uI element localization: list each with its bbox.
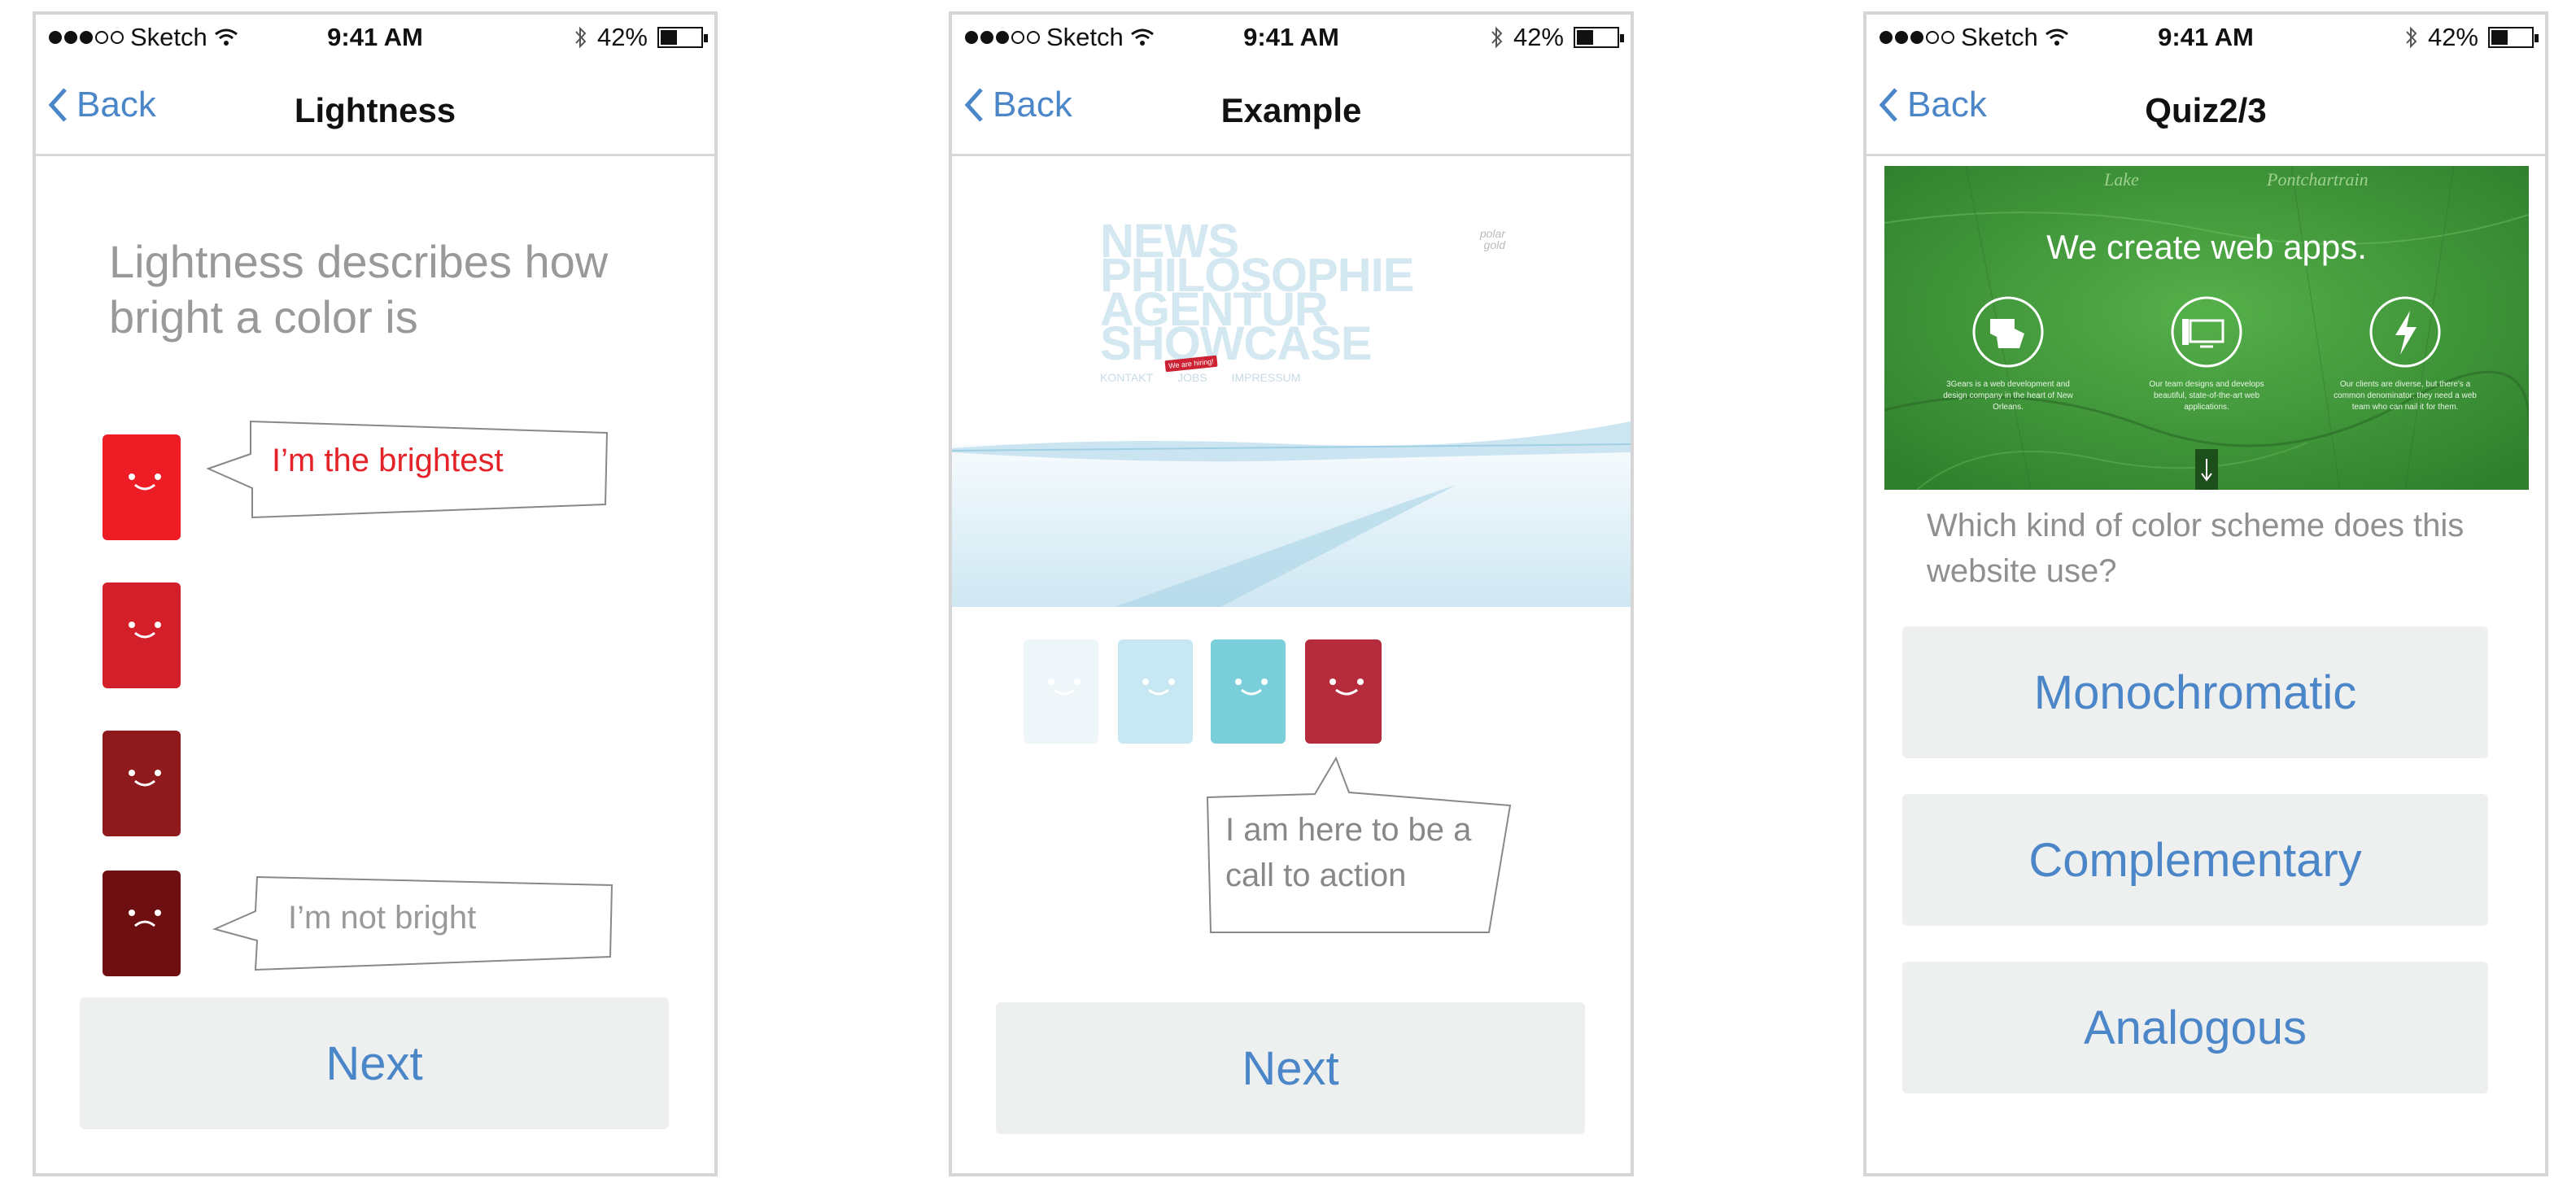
- dark-red-card: [103, 731, 181, 836]
- map-label: Pontchartrain: [2267, 169, 2369, 190]
- example-website-image: NEWS PHILOSOPHIE AGENTUR SHOWCASE polar …: [952, 200, 1631, 607]
- next-button[interactable]: Next: [996, 1002, 1585, 1134]
- answer-monochromatic-button[interactable]: Monochromatic: [1902, 626, 2488, 758]
- nav-link[interactable]: JOBS: [1177, 371, 1207, 384]
- bluetooth-icon: [575, 26, 587, 49]
- battery-icon: [2488, 27, 2539, 48]
- navigation-bar: Back Quiz2/3: [1867, 60, 2545, 156]
- next-button[interactable]: Next: [80, 997, 669, 1129]
- battery-icon: [657, 27, 708, 48]
- brightest-speech-bubble: I’m the brightest: [203, 418, 610, 525]
- bluetooth-icon: [2406, 26, 2417, 49]
- teal-card: [1211, 639, 1286, 744]
- screen-title: Quiz2/3: [2145, 91, 2267, 129]
- call-to-action-red-card: [1305, 639, 1382, 744]
- darkest-red-card: [103, 871, 181, 976]
- battery-percent: 42%: [1513, 23, 1564, 51]
- navigation-bar: Back Lightness: [36, 60, 714, 156]
- feature-text: Our team designs and develops beautiful,…: [2149, 380, 2264, 412]
- quiz-question: Which kind of color scheme does this web…: [1927, 508, 2465, 589]
- not-bright-speech-bubble: I’m not bright: [210, 874, 617, 980]
- status-bar: Sketch 9:41 AM 42%: [36, 15, 714, 60]
- screen-title: Example: [1220, 91, 1362, 129]
- call-to-action-bubble-text: I am here to be a call to action: [1225, 812, 1472, 893]
- bluetooth-icon: [1491, 26, 1503, 49]
- brightest-bubble-text: I’m the brightest: [272, 443, 504, 478]
- navigation-bar: Back Example: [952, 60, 1631, 156]
- screen-title: Lightness: [294, 91, 456, 129]
- quiz-screen: Sketch 9:41 AM 42% Back Quiz2/3 Lake Pon…: [1863, 11, 2548, 1176]
- light-blue-card: [1118, 639, 1193, 744]
- answer-complementary-button[interactable]: Complementary: [1902, 794, 2488, 926]
- feature-text: 3Gears is a web development and design c…: [1943, 380, 2073, 412]
- map-label: Lake: [2104, 169, 2139, 190]
- lesson-text: Lightness describes how bright a color i…: [109, 236, 609, 343]
- example-logo: polar gold: [1479, 227, 1505, 251]
- nav-link[interactable]: IMPRESSUM: [1232, 371, 1301, 384]
- battery-percent: 42%: [596, 23, 648, 51]
- palest-blue-card: [1024, 639, 1098, 744]
- not-bright-bubble-text: I’m not bright: [288, 900, 477, 936]
- example-screen: Sketch 9:41 AM 42% Back Example NEWS PHI…: [949, 11, 1634, 1176]
- nav-link[interactable]: KONTAKT: [1100, 371, 1153, 384]
- call-to-action-speech-bubble: I am here to be a call to action: [1204, 755, 1513, 943]
- menu-line[interactable]: SHOWCASE: [1100, 321, 1413, 368]
- feature-text: Our clients are diverse, but there's a c…: [2334, 380, 2477, 412]
- lightness-screen: Sketch 9:41 AM 42% Back Lightness Lightn…: [33, 11, 718, 1176]
- answer-analogous-button[interactable]: Analogous: [1902, 962, 2488, 1093]
- battery-percent: 42%: [2427, 23, 2478, 51]
- quiz-website-image: Lake Pontchartrain We create web apps. 3…: [1884, 166, 2529, 490]
- battery-icon: [1574, 27, 1624, 48]
- example-menu: NEWS PHILOSOPHIE AGENTUR SHOWCASE: [1100, 218, 1414, 368]
- website-headline: We create web apps.: [2046, 228, 2367, 266]
- brightest-red-card: [103, 434, 181, 540]
- red-card: [103, 583, 181, 688]
- status-bar: Sketch 9:41 AM 42%: [952, 15, 1631, 60]
- example-nav-links: KONTAKT JOBS IMPRESSUM: [1100, 371, 1300, 384]
- status-bar: Sketch 9:41 AM 42%: [1867, 15, 2545, 60]
